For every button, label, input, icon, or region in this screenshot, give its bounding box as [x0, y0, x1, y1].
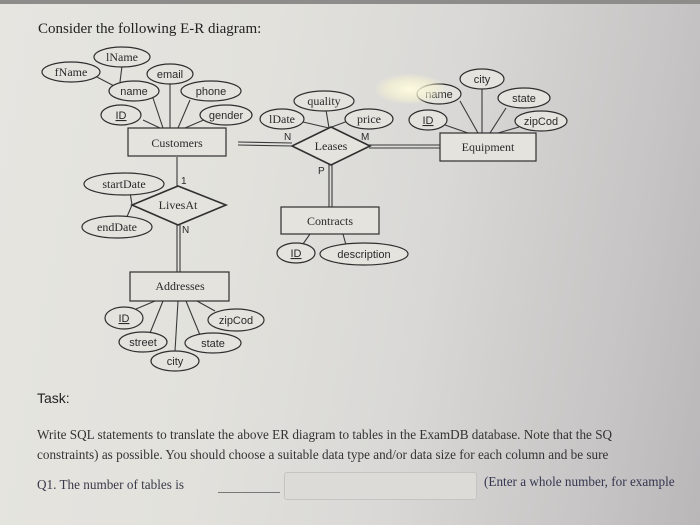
svg-text:ID: ID	[423, 115, 434, 127]
line-eq-id	[444, 124, 469, 134]
svg-text:Customers: Customers	[151, 136, 203, 150]
svg-text:state: state	[201, 338, 225, 350]
attr-addr-street: street	[118, 331, 168, 353]
svg-text:zipCod: zipCod	[219, 315, 253, 327]
entity-addresses: Addresses	[129, 271, 230, 302]
attr-customer-id: ID	[100, 104, 142, 126]
line-id-customers	[142, 119, 161, 129]
line-addr-street	[149, 300, 164, 334]
task-description: Write SQL statements to translate the ab…	[37, 425, 700, 465]
cardinality-1-livesat: 1	[181, 176, 187, 187]
svg-text:startDate: startDate	[102, 177, 145, 191]
line-gender-customers	[184, 118, 207, 129]
svg-text:Contracts: Contracts	[307, 214, 353, 228]
attr-contracts-description: description	[319, 242, 409, 266]
svg-text:LivesAt: LivesAt	[159, 198, 198, 212]
svg-text:description: description	[337, 249, 390, 261]
task-line-1: Write SQL statements to translate the ab…	[37, 427, 613, 442]
attr-lname: lName	[93, 46, 151, 68]
svg-text:ID: ID	[119, 313, 130, 325]
attr-addr-city: city	[150, 350, 200, 372]
line-contracts-desc	[342, 233, 347, 246]
svg-text:phone: phone	[196, 86, 227, 98]
screen-glare	[375, 74, 445, 104]
line-addr-id	[135, 300, 156, 310]
attr-gender: gender	[199, 104, 253, 126]
relationship-leases: Leases	[290, 126, 372, 166]
attr-startdate: startDate	[83, 172, 165, 196]
q1-blank-line	[218, 492, 280, 493]
svg-text:quality: quality	[307, 94, 340, 108]
svg-text:name: name	[120, 86, 148, 98]
svg-text:Equipment: Equipment	[462, 140, 515, 154]
attr-phone: phone	[180, 80, 242, 102]
line-addr-city	[174, 300, 179, 352]
q1-answer-input[interactable]	[284, 472, 477, 500]
svg-text:ID: ID	[291, 248, 302, 260]
attr-contracts-id: ID	[276, 242, 316, 264]
er-diagram: lName fName email name phone ID gender C…	[41, 46, 568, 372]
attr-addr-state: state	[184, 332, 242, 354]
line-addr-state	[185, 300, 201, 336]
attr-price: price	[344, 108, 394, 130]
attr-email: email	[146, 63, 194, 85]
svg-text:city: city	[167, 356, 184, 368]
svg-text:lDate: lDate	[269, 112, 295, 126]
task-line-2: constraints) as possible. You should cho…	[37, 447, 609, 462]
line-phone-customers	[177, 99, 191, 129]
cardinality-p-leases: P	[318, 166, 325, 177]
line-quality-leases	[325, 109, 330, 129]
attr-eq-city: city	[459, 68, 505, 90]
attr-addr-zipcod: zipCod	[207, 308, 265, 332]
attr-eq-zipcod: zipCod	[514, 110, 568, 132]
q1-hint: (Enter a whole number, for example	[484, 474, 675, 489]
line-eq-name	[459, 100, 479, 134]
cardinality-n-leases: N	[284, 132, 291, 143]
line-contracts-id	[302, 233, 311, 245]
svg-text:email: email	[157, 69, 183, 81]
line-lname-name	[119, 65, 123, 83]
attr-eq-id: ID	[408, 109, 448, 131]
svg-text:fName: fName	[55, 65, 88, 79]
svg-text:Leases: Leases	[315, 139, 348, 153]
attr-fname: fName	[41, 61, 101, 83]
entity-contracts: Contracts	[280, 206, 380, 235]
attr-ldate: lDate	[259, 108, 305, 130]
line-customers-leases-b	[237, 144, 293, 147]
line-eq-zipcod	[497, 126, 520, 134]
attr-name: name	[108, 80, 160, 102]
line-name-customers	[152, 97, 164, 129]
attr-eq-state: state	[497, 87, 551, 109]
attr-quality: quality	[293, 90, 355, 112]
cardinality-m-leases: M	[361, 132, 369, 143]
line-addr-zipcod	[196, 300, 216, 312]
svg-text:Addresses: Addresses	[155, 279, 205, 293]
cardinality-n-livesat: N	[182, 225, 189, 236]
svg-text:ID: ID	[116, 110, 127, 122]
svg-text:endDate: endDate	[97, 220, 137, 234]
task-label: Task:	[37, 390, 70, 406]
svg-text:price: price	[357, 112, 381, 126]
attr-enddate: endDate	[81, 215, 153, 239]
svg-text:city: city	[474, 74, 491, 86]
svg-text:zipCod: zipCod	[524, 116, 558, 128]
line-ldate-leases	[302, 121, 330, 129]
svg-text:gender: gender	[209, 110, 244, 122]
line-eq-state	[489, 107, 507, 134]
entity-customers: Customers	[127, 127, 227, 157]
svg-text:street: street	[129, 337, 157, 349]
svg-text:state: state	[512, 93, 536, 105]
q1-label: Q1. The number of tables is	[37, 477, 184, 492]
attr-addr-id: ID	[104, 306, 144, 330]
entity-equipment: Equipment	[439, 132, 537, 162]
svg-text:lName: lName	[106, 50, 138, 64]
